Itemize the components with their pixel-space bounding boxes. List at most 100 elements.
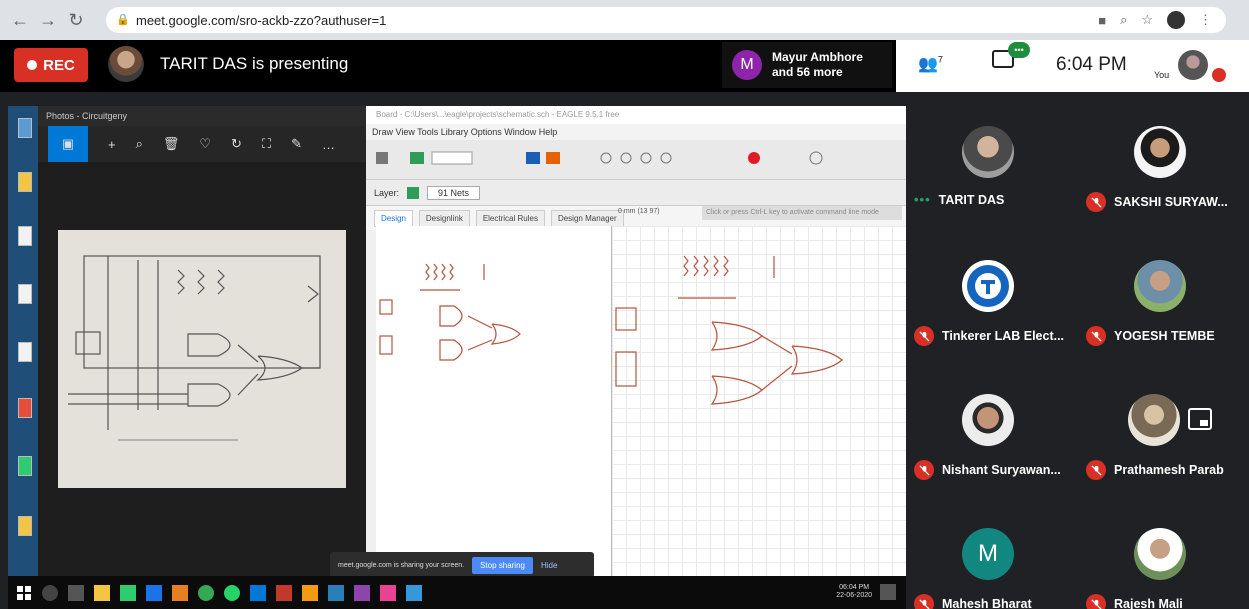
whatsapp-icon[interactable] [224, 585, 240, 601]
edge-icon[interactable] [250, 585, 266, 601]
self-view-avatar[interactable] [1178, 50, 1208, 80]
address-bar[interactable]: 🔒 meet.google.com/sro-ackb-zzo?authuser=… [106, 7, 1226, 33]
app-icon[interactable] [354, 585, 370, 601]
lock-icon: 🔒 [116, 14, 130, 26]
task-view-icon[interactable] [68, 585, 84, 601]
search-icon[interactable]: ⌕ [136, 136, 143, 152]
tab-electrical-rules[interactable]: Electrical Rules [475, 209, 545, 227]
crop-icon[interactable]: ⛶ [262, 136, 271, 152]
eagle-title-bar: Board - C:\Users\...\eagle\projects\sche… [366, 106, 906, 124]
participant-avatar [1128, 394, 1180, 446]
folder-icon [18, 172, 32, 192]
self-mute-icon[interactable] [1212, 68, 1226, 82]
camera-icon[interactable]: ■ [1098, 13, 1106, 28]
participant-tile[interactable]: SAKSHI SURYAW... [1078, 92, 1248, 226]
back-icon[interactable]: ← [6, 6, 34, 34]
photos-window: Photos - Circuitgeny ▣ + ⌕ 🗑 ♡ ↻ ⛶ ✎ … [38, 106, 368, 576]
reload-icon[interactable]: ↻ [62, 6, 90, 34]
participant-avatar [1134, 260, 1186, 312]
edit-icon[interactable]: ✎ [291, 136, 302, 152]
others-line2: and 56 more [772, 65, 843, 79]
file-explorer-icon[interactable] [94, 585, 110, 601]
shared-screen: Photos - Circuitgeny ▣ + ⌕ 🗑 ♡ ↻ ⛶ ✎ … B… [8, 106, 906, 609]
menu-icon[interactable]: ⋮ [1199, 12, 1212, 28]
mic-muted-icon [1086, 326, 1106, 346]
participant-tile[interactable]: Tinkerer LAB Elect... [906, 226, 1076, 360]
participant-tile[interactable]: Nishant Suryawan... [906, 360, 1076, 494]
app-icon[interactable] [276, 585, 292, 601]
speaking-indicator-icon: ••• [914, 192, 931, 207]
folder-icon [18, 516, 32, 536]
favorite-icon[interactable]: ♡ [199, 136, 211, 152]
photos-toolbar: ▣ + ⌕ 🗑 ♡ ↻ ⛶ ✎ … [38, 126, 368, 162]
tinkerer-lab-logo [967, 265, 1009, 307]
presentation-icon [1188, 408, 1212, 430]
profile-icon[interactable] [1167, 11, 1185, 29]
mic-muted-icon [914, 326, 934, 346]
circuit-photo [58, 230, 346, 488]
participant-avatar [1134, 528, 1186, 580]
app-icon[interactable] [146, 585, 162, 601]
app-icon[interactable] [380, 585, 396, 601]
forward-icon[interactable]: → [34, 6, 62, 34]
command-line[interactable]: Click or press Ctrl-L key to activate co… [702, 206, 902, 220]
participant-avatar [962, 126, 1014, 178]
windows-start-icon[interactable] [16, 585, 32, 601]
chrome-icon[interactable] [198, 585, 214, 601]
eagle-menu-bar[interactable]: Draw View Tools Library Options Window H… [366, 124, 906, 140]
app-icon[interactable] [172, 585, 188, 601]
coordinate-readout: 0 mm (13 97) [618, 208, 660, 215]
mic-muted-icon [914, 460, 934, 480]
star-icon[interactable]: ☆ [1141, 12, 1153, 28]
participant-tile[interactable]: YOGESH TEMBE [1078, 226, 1248, 360]
app-icon[interactable] [302, 585, 318, 601]
pdf-icon [18, 398, 32, 418]
stop-sharing-button[interactable]: Stop sharing [472, 556, 533, 574]
zoom-icon[interactable]: ⌕ [1120, 12, 1127, 28]
meet-controls: 👥7 ••• 6:04 PM You [896, 40, 1249, 92]
more-icon[interactable]: … [322, 137, 335, 152]
search-icon[interactable] [42, 585, 58, 601]
chat-badge: ••• [1008, 42, 1030, 58]
schematic-canvas-left[interactable] [376, 226, 612, 576]
rotate-icon[interactable]: ↻ [231, 136, 242, 152]
other-participants-chip[interactable]: M Mayur Ambhore and 56 more [722, 42, 892, 88]
participant-tile[interactable]: ••• TARIT DAS [906, 92, 1076, 226]
presenting-label: TARIT DAS is presenting [160, 54, 349, 73]
recording-badge[interactable]: REC [14, 48, 88, 82]
participant-initial-avatar: M [962, 528, 1014, 580]
eagle-taskbar-icon[interactable] [406, 585, 422, 601]
mic-muted-icon [1086, 594, 1106, 609]
eagle-toolbar[interactable] [366, 140, 906, 180]
layer-color-swatch [407, 186, 420, 199]
eagle-layer-toolbar: Layer: 91 Nets [366, 180, 906, 206]
tab-designlink[interactable]: Designlink [418, 209, 470, 227]
people-icon[interactable]: 👥7 [918, 54, 943, 74]
desktop-file-icon [18, 342, 32, 362]
taskbar-clock[interactable]: 06:04 PM 22-06-2020 [836, 584, 872, 600]
app-icon[interactable] [120, 585, 136, 601]
participant-avatar [1134, 126, 1186, 178]
participant-tile[interactable]: Prathamesh Parab [1078, 360, 1248, 494]
mic-muted-icon [914, 594, 934, 609]
layer-select[interactable]: 91 Nets [427, 185, 481, 200]
participant-avatar [962, 394, 1014, 446]
slideshow-icon[interactable]: ▣ [48, 126, 88, 162]
schematic-canvas-right[interactable] [612, 226, 906, 576]
tab-design[interactable]: Design [374, 209, 413, 227]
zoom-in-icon[interactable]: + [108, 137, 116, 152]
participant-tile[interactable]: Rajesh Mali [1078, 494, 1248, 609]
desktop-file-icon [18, 118, 32, 138]
windows-taskbar: 06:04 PM 22-06-2020 [8, 576, 906, 609]
browser-toolbar: ← → ↻ 🔒 meet.google.com/sro-ackb-zzo?aut… [0, 0, 1249, 40]
delete-icon[interactable]: 🗑 [163, 136, 180, 152]
mic-muted-icon [1086, 460, 1106, 480]
word-icon[interactable] [328, 585, 344, 601]
desktop-file-icon [18, 284, 32, 304]
participant-tile[interactable]: M Mahesh Bharat [906, 494, 1076, 609]
tab-design-manager[interactable]: Design Manager [550, 209, 624, 227]
notification-icon[interactable] [880, 584, 896, 600]
screen: ← → ↻ 🔒 meet.google.com/sro-ackb-zzo?aut… [0, 0, 1249, 609]
hide-button[interactable]: Hide [541, 561, 557, 570]
others-line1: Mayur Ambhore [772, 50, 863, 64]
